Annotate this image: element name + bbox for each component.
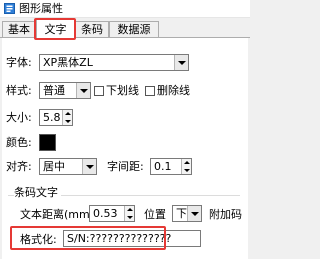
tab-data-source[interactable]: 数据源 (109, 21, 159, 37)
title-bar: 图形属性 (0, 0, 250, 18)
text-distance-value: 0.53 (93, 207, 118, 220)
align-label: 对齐: (6, 160, 32, 173)
chevron-down-icon (82, 159, 96, 174)
chevron-down-icon (187, 206, 201, 221)
color-swatch[interactable] (39, 134, 56, 151)
tab-barcode[interactable]: 条码 (75, 21, 109, 37)
position-select-value: 下 (176, 207, 187, 220)
position-select[interactable]: 下 (172, 205, 202, 222)
text-distance-label: 文本距离(mm): (20, 208, 98, 221)
highlight-box-format (10, 226, 166, 250)
chevron-down-icon (174, 55, 188, 70)
color-label: 颜色: (6, 136, 32, 149)
strikethrough-checkbox[interactable] (145, 86, 155, 96)
tab-basic[interactable]: 基本 (2, 21, 36, 37)
highlight-box-tab (34, 18, 76, 40)
align-select[interactable]: 居中 (39, 158, 97, 175)
underline-label: 下划线 (106, 84, 139, 97)
strikethrough-label: 删除线 (157, 84, 190, 97)
barcode-text-group-label: 条码文字 (14, 186, 61, 199)
position-label: 位置 (144, 208, 166, 221)
style-label: 样式: (6, 84, 32, 97)
text-distance-stepper[interactable]: 0.53 (89, 205, 135, 222)
underline-checkbox[interactable] (94, 86, 104, 96)
style-select[interactable]: 普通 (39, 82, 91, 99)
properties-icon (4, 3, 15, 14)
extra-code-label: 附加码 (209, 208, 242, 221)
spacing-stepper[interactable]: 0.1 (150, 158, 192, 175)
size-stepper[interactable]: 5.8 (39, 109, 73, 126)
style-select-value: 普通 (43, 84, 65, 97)
spin-arrows-icon (62, 110, 72, 125)
spacing-label: 字间距: (107, 160, 144, 173)
font-label: 字体: (6, 56, 32, 69)
chevron-down-icon (76, 83, 90, 98)
size-label: 大小: (6, 111, 32, 124)
spacing-value: 0.1 (154, 160, 172, 173)
spin-arrows-icon (181, 159, 191, 174)
size-value: 5.8 (43, 111, 61, 124)
window-title: 图形属性 (19, 2, 63, 15)
font-select[interactable]: XP黑体ZL (39, 54, 189, 71)
font-select-value: XP黑体ZL (43, 56, 93, 69)
align-select-value: 居中 (43, 160, 65, 173)
spin-arrows-icon (124, 206, 134, 221)
